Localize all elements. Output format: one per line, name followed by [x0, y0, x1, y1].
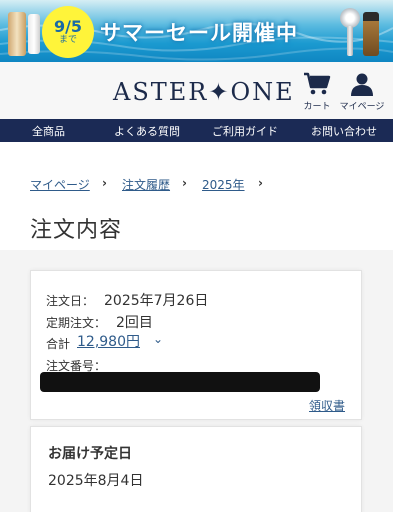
- sale-banner[interactable]: 9/5 まで サマーセール開催中: [0, 0, 393, 62]
- receipt-link[interactable]: 領収書: [309, 397, 345, 414]
- breadcrumb-separator: ›: [182, 176, 187, 190]
- nav-item-guide[interactable]: ご利用ガイド: [212, 123, 278, 139]
- delivery-card: [30, 426, 362, 512]
- product-image-cream: [8, 12, 26, 56]
- chevron-down-icon[interactable]: ⌄: [153, 332, 163, 346]
- site-logo[interactable]: ASTER✦ONE: [113, 78, 295, 106]
- showerhead-handle: [347, 26, 353, 56]
- delivery-date: 2025年8月4日: [48, 473, 144, 489]
- cart-label[interactable]: カート: [303, 99, 331, 112]
- subscription-value: 2回目: [116, 315, 153, 331]
- nav-item-faq[interactable]: よくある質問: [114, 123, 180, 139]
- cart-icon[interactable]: [303, 72, 331, 96]
- product-image-bottle: [363, 12, 379, 56]
- sale-headline: サマーセール開催中: [100, 21, 298, 45]
- total-amount-toggle[interactable]: 12,980円: [77, 331, 140, 351]
- breadcrumb-mypage[interactable]: マイページ: [30, 176, 90, 193]
- page-title: 注文内容: [30, 218, 123, 243]
- total-label: 合計: [46, 337, 71, 351]
- subscription-label: 定期注文：: [46, 316, 107, 330]
- main-nav: 全商品 よくある質問 ご利用ガイド お問い合わせ: [0, 119, 393, 142]
- redacted-order-number: [40, 372, 320, 392]
- nav-item-all-products[interactable]: 全商品: [32, 123, 65, 139]
- breadcrumb-year[interactable]: 2025年: [202, 176, 245, 193]
- delivery-title: お届け予定日: [48, 446, 132, 462]
- breadcrumb-separator: ›: [258, 176, 263, 190]
- mypage-label[interactable]: マイページ: [338, 99, 386, 112]
- product-image-tube: [28, 14, 40, 54]
- sale-date-badge: 9/5 まで: [42, 6, 94, 58]
- nav-item-contact[interactable]: お問い合わせ: [311, 123, 377, 139]
- order-date-value: 2025年7月26日: [104, 293, 209, 309]
- order-date-label: 注文日：: [46, 294, 95, 308]
- breadcrumb-separator: ›: [102, 176, 107, 190]
- breadcrumb-order-history[interactable]: 注文履歴: [122, 176, 170, 193]
- user-icon[interactable]: [350, 72, 374, 96]
- product-image-showerhead: [340, 8, 360, 28]
- sale-date: 9/5: [53, 17, 83, 36]
- sale-date-suffix: まで: [58, 35, 77, 45]
